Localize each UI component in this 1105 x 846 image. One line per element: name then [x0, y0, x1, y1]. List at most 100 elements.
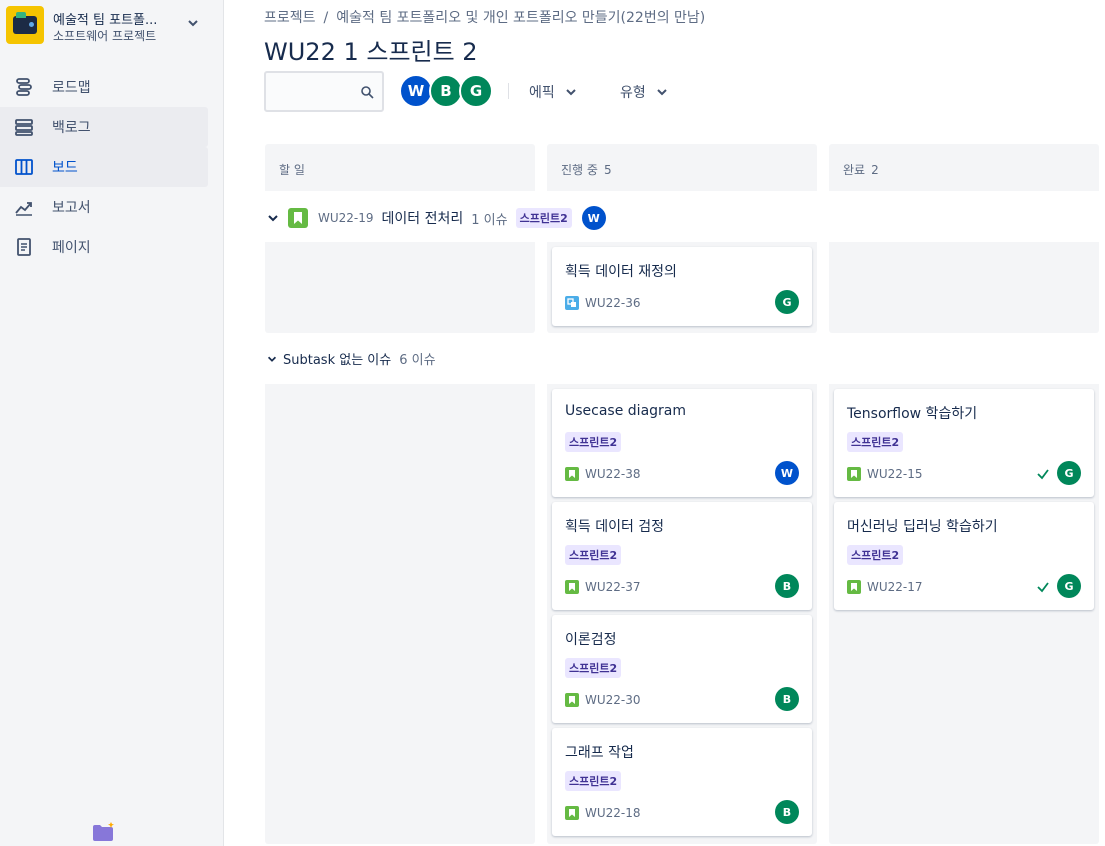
- card-title: 획득 데이터 검정: [565, 519, 665, 535]
- project-name: 예술적 팀 포트폴...: [53, 13, 158, 28]
- issue-key: WU22-18: [585, 806, 641, 820]
- page-title: WU22 1 스프린트 2: [264, 38, 478, 66]
- column-header-in-progress: 진행 중 5: [547, 144, 817, 191]
- sprint-label: 스프린트2: [515, 208, 572, 228]
- column-header-todo: 할 일: [265, 144, 535, 191]
- reports-icon: [15, 202, 32, 216]
- epic-filter-dropdown[interactable]: 에픽: [529, 82, 577, 102]
- issue-card[interactable]: Usecase diagram 스프린트2 WU22-38 W: [552, 389, 812, 497]
- column-count: 2: [871, 163, 879, 177]
- avatar[interactable]: G: [1057, 461, 1081, 485]
- breadcrumb-projects-link[interactable]: 프로젝트: [264, 10, 316, 26]
- avatar[interactable]: B: [429, 74, 463, 108]
- avatar[interactable]: G: [459, 74, 493, 108]
- card-title: Tensorflow 학습하기: [847, 406, 978, 422]
- story-icon: [565, 467, 579, 481]
- card-title: 획득 데이터 재정의: [565, 264, 677, 280]
- column-count: 5: [603, 163, 612, 177]
- sidebar-nav: 로드맵 백로그 보드 보고서 페이지: [0, 67, 208, 267]
- avatar[interactable]: G: [775, 290, 799, 314]
- swimlane-header-no-subtask[interactable]: Subtask 없는 이슈 6 이슈: [266, 349, 444, 368]
- swimlane-header-epic[interactable]: WU22-19 데이터 전처리 1 이슈 스프린트2 W: [266, 206, 606, 230]
- chevron-down-icon[interactable]: [266, 353, 278, 365]
- sidebar-item-reports[interactable]: 보고서: [0, 187, 208, 227]
- sprint-label: 스프린트2: [847, 545, 904, 565]
- avatar[interactable]: W: [775, 461, 799, 485]
- cell-todo: [265, 242, 535, 333]
- story-icon: [565, 806, 579, 820]
- chevron-down-icon[interactable]: [186, 16, 200, 30]
- issue-card[interactable]: 획득 데이터 재정의 WU22-36 G: [552, 247, 812, 326]
- issue-key: WU22-30: [585, 693, 641, 707]
- sprint-label: 스프린트2: [565, 658, 622, 678]
- subtask-icon: [565, 296, 579, 310]
- sprint-label: 스프린트2: [847, 432, 904, 452]
- sidebar-item-board[interactable]: 보드: [0, 147, 208, 187]
- card-title: 그래프 작업: [565, 745, 634, 761]
- search-icon: [361, 86, 374, 99]
- avatar[interactable]: B: [775, 687, 799, 711]
- chevron-down-icon: [566, 89, 576, 96]
- issue-card[interactable]: Tensorflow 학습하기 스프린트2 WU22-15 G: [834, 389, 1094, 497]
- card-title: Usecase diagram: [565, 403, 687, 419]
- issue-card[interactable]: 머신러닝 딥러닝 학습하기 스프린트2 WU22-17 G: [834, 502, 1094, 610]
- roadmap-icon: [16, 78, 32, 96]
- cell-done: [829, 242, 1099, 333]
- column-name: 진행 중: [561, 163, 598, 177]
- story-icon: [847, 467, 861, 481]
- avatar[interactable]: W: [399, 74, 433, 108]
- column-name: 완료: [843, 163, 866, 177]
- story-icon: [288, 208, 308, 228]
- chevron-down-icon[interactable]: [266, 211, 280, 225]
- issue-key: WU22-15: [867, 467, 923, 481]
- column-name: 할 일: [279, 163, 305, 177]
- sidebar-item-label: 페이지: [52, 240, 91, 256]
- sidebar-item-label: 백로그: [52, 120, 91, 136]
- issue-count: 6 이슈: [399, 353, 436, 368]
- card-title: 이론검정: [565, 632, 617, 648]
- chevron-down-icon: [657, 89, 667, 96]
- sidebar-item-roadmap[interactable]: 로드맵: [0, 67, 208, 107]
- sprint-label: 스프린트2: [565, 545, 622, 565]
- story-icon: [847, 580, 861, 594]
- sidebar-item-label: 보드: [52, 160, 78, 176]
- issue-key[interactable]: WU22-19: [318, 211, 374, 225]
- swimlane-title: Subtask 없는 이슈: [283, 353, 392, 368]
- breadcrumb-project-link[interactable]: 예술적 팀 포트폴리오 및 개인 포트폴리오 만들기(22번의 만남): [336, 10, 705, 26]
- card-footer: WU22-18: [565, 806, 641, 820]
- search-input[interactable]: [264, 71, 384, 112]
- avatar[interactable]: G: [1057, 574, 1081, 598]
- filter-label: 에픽: [529, 85, 555, 101]
- project-switcher[interactable]: 예술적 팀 포트폴... 소프트웨어 프로젝트: [6, 6, 211, 46]
- issue-card[interactable]: 획득 데이터 검정 스프린트2 WU22-37 B: [552, 502, 812, 610]
- sidebar-item-pages[interactable]: 페이지: [0, 227, 208, 267]
- card-footer: WU22-30: [565, 693, 641, 707]
- avatar[interactable]: W: [581, 206, 606, 230]
- card-footer: WU22-17: [847, 580, 923, 594]
- sprint-label: 스프린트2: [565, 432, 622, 452]
- done-check-icon: [1037, 582, 1049, 593]
- filter-label: 유형: [620, 85, 646, 101]
- story-icon: [565, 693, 579, 707]
- done-check-icon: [1037, 469, 1049, 480]
- sidebar-item-label: 로드맵: [52, 80, 91, 96]
- type-filter-dropdown[interactable]: 유형: [620, 82, 668, 102]
- cell-todo: [265, 384, 535, 844]
- column-header-done: 완료 2: [829, 144, 1099, 191]
- folder-star-icon[interactable]: [92, 822, 116, 842]
- issue-key: WU22-38: [585, 467, 641, 481]
- project-type: 소프트웨어 프로젝트: [53, 29, 157, 43]
- sidebar-item-backlog[interactable]: 백로그: [0, 107, 208, 147]
- pages-icon: [17, 238, 31, 256]
- breadcrumb-separator: /: [323, 10, 329, 26]
- toolbar-divider: [508, 83, 509, 99]
- avatar[interactable]: B: [775, 574, 799, 598]
- issue-key: WU22-37: [585, 580, 641, 594]
- issue-key: WU22-36: [585, 296, 641, 310]
- issue-card[interactable]: 그래프 작업 스프린트2 WU22-18 B: [552, 728, 812, 836]
- sprint-label: 스프린트2: [565, 771, 622, 791]
- avatar[interactable]: B: [775, 800, 799, 824]
- card-footer: WU22-38: [565, 467, 641, 481]
- breadcrumb: 프로젝트 / 예술적 팀 포트폴리오 및 개인 포트폴리오 만들기(22번의 만남): [264, 7, 705, 27]
- issue-card[interactable]: 이론검정 스프린트2 WU22-30 B: [552, 615, 812, 723]
